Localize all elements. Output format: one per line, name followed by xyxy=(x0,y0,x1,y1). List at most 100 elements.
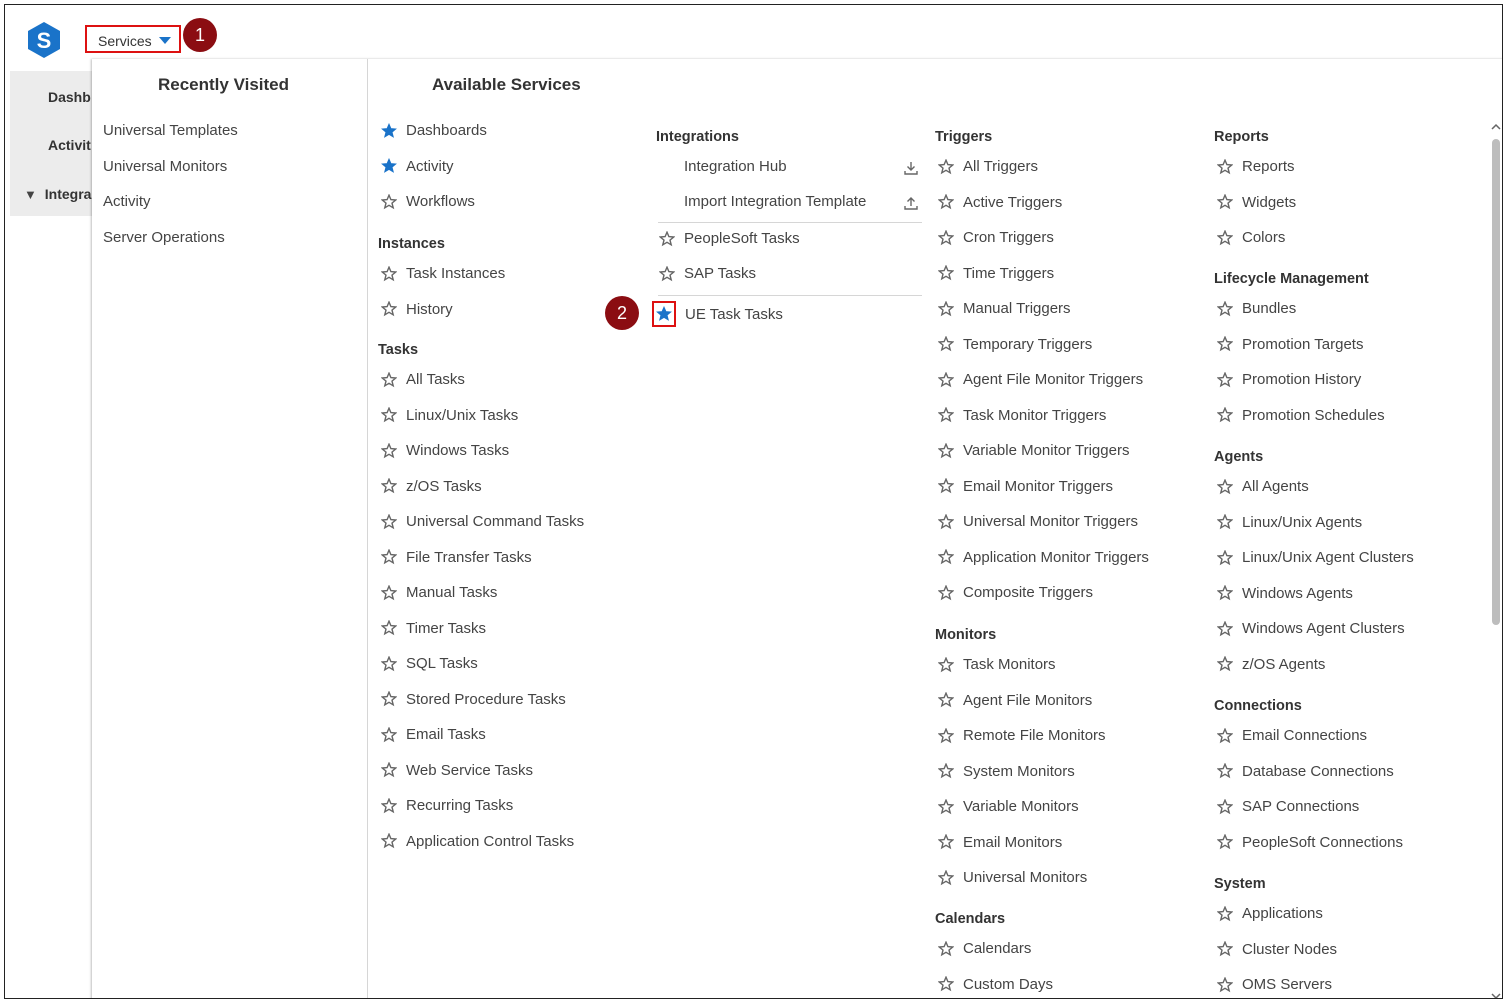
star-outline-icon[interactable] xyxy=(938,763,954,779)
star-outline-icon[interactable] xyxy=(938,727,954,744)
vertical-scrollbar[interactable] xyxy=(1490,117,1502,999)
service-item[interactable]: Widgets xyxy=(1217,194,1296,211)
service-item[interactable]: Web Service Tasks xyxy=(381,762,533,779)
star-outline-icon[interactable] xyxy=(381,833,397,849)
service-item[interactable]: Composite Triggers xyxy=(938,584,1093,601)
star-outline-icon[interactable] xyxy=(1217,194,1233,210)
service-item[interactable]: Recurring Tasks xyxy=(381,797,513,814)
service-item[interactable]: Reports xyxy=(1217,158,1295,175)
service-item[interactable]: Linux/Unix Tasks xyxy=(381,407,518,424)
star-outline-icon[interactable] xyxy=(938,158,954,175)
star-outline-icon[interactable] xyxy=(381,265,397,282)
star-outline-icon[interactable] xyxy=(938,336,954,352)
service-item[interactable]: Time Triggers xyxy=(938,265,1054,282)
star-outline-icon[interactable] xyxy=(381,407,397,423)
recent-item[interactable]: Universal Templates xyxy=(103,122,238,139)
star-outline-icon[interactable] xyxy=(1217,407,1233,423)
star-outline-icon[interactable] xyxy=(938,940,954,957)
service-item[interactable]: System Monitors xyxy=(938,763,1075,780)
recent-item[interactable]: Activity xyxy=(103,193,151,210)
service-item[interactable]: SQL Tasks xyxy=(381,655,478,672)
star-outline-icon[interactable] xyxy=(659,230,675,247)
service-item[interactable]: Universal Monitors xyxy=(938,869,1087,886)
star-outline-icon[interactable] xyxy=(938,656,954,673)
star-outline-icon[interactable] xyxy=(1217,656,1233,672)
service-item[interactable]: PeopleSoft Connections xyxy=(1217,834,1403,851)
star-outline-icon[interactable] xyxy=(381,301,397,317)
service-item[interactable]: Windows Agent Clusters xyxy=(1217,620,1405,637)
star-outline-icon[interactable] xyxy=(1217,549,1233,566)
star-outline-icon[interactable] xyxy=(1217,905,1233,922)
service-item[interactable]: Variable Monitor Triggers xyxy=(938,442,1129,459)
star-outline-icon[interactable] xyxy=(938,584,954,601)
recent-item[interactable]: Universal Monitors xyxy=(103,158,227,175)
service-item[interactable]: Universal Command Tasks xyxy=(381,513,584,530)
service-item[interactable]: Linux/Unix Agent Clusters xyxy=(1217,549,1414,566)
star-outline-icon[interactable] xyxy=(938,549,954,565)
service-item[interactable]: All Triggers xyxy=(938,158,1038,175)
service-item[interactable]: Active Triggers xyxy=(938,194,1062,211)
scrollbar-thumb[interactable] xyxy=(1492,139,1500,625)
star-outline-icon[interactable] xyxy=(1217,798,1233,815)
service-item[interactable]: Remote File Monitors xyxy=(938,727,1106,744)
service-item[interactable]: Database Connections xyxy=(1217,763,1394,780)
star-outline-icon[interactable] xyxy=(938,869,954,886)
service-item[interactable]: Bundles xyxy=(1217,300,1296,317)
service-item[interactable]: Promotion Schedules xyxy=(1217,407,1385,424)
service-item[interactable]: All Agents xyxy=(1217,478,1309,495)
star-outline-icon[interactable] xyxy=(1217,834,1233,850)
star-outline-icon[interactable] xyxy=(1217,300,1233,317)
service-item[interactable]: Variable Monitors xyxy=(938,798,1079,815)
service-item[interactable]: Cluster Nodes xyxy=(1217,941,1337,958)
nav-item-dashboards[interactable]: Dashb xyxy=(48,89,91,105)
service-item[interactable]: Dashboards xyxy=(381,122,487,139)
service-item[interactable]: PeopleSoft Tasks xyxy=(659,230,800,247)
star-outline-icon[interactable] xyxy=(381,513,397,530)
star-outline-icon[interactable] xyxy=(1217,478,1233,495)
star-outline-icon[interactable] xyxy=(1217,727,1233,744)
star-outline-icon[interactable] xyxy=(381,371,397,388)
star-outline-icon[interactable] xyxy=(938,265,954,281)
star-favorite-icon[interactable] xyxy=(381,158,397,174)
star-outline-icon[interactable] xyxy=(381,478,397,494)
star-outline-icon[interactable] xyxy=(938,976,954,992)
app-logo-icon[interactable]: S xyxy=(25,21,63,59)
star-outline-icon[interactable] xyxy=(381,726,397,743)
star-outline-icon[interactable] xyxy=(1217,585,1233,601)
import-integration-template-link[interactable]: Import Integration Template xyxy=(684,193,866,210)
service-item[interactable]: Linux/Unix Agents xyxy=(1217,514,1362,531)
service-item[interactable]: SAP Connections xyxy=(1217,798,1359,815)
scroll-down-icon[interactable] xyxy=(1490,990,1502,999)
service-item[interactable]: Email Monitors xyxy=(938,834,1062,851)
service-item[interactable]: Workflows xyxy=(381,193,475,210)
star-outline-icon[interactable] xyxy=(381,797,397,814)
star-outline-icon[interactable] xyxy=(938,692,954,708)
service-item[interactable]: Universal Monitor Triggers xyxy=(938,513,1138,530)
star-outline-icon[interactable] xyxy=(1217,336,1233,352)
star-favorite-icon[interactable] xyxy=(381,122,397,139)
star-favorite-icon[interactable] xyxy=(652,301,676,327)
service-item[interactable]: Activity xyxy=(381,158,454,175)
service-item[interactable]: Promotion History xyxy=(1217,371,1361,388)
nav-item-activity[interactable]: Activit xyxy=(48,137,91,153)
service-item[interactable]: OMS Servers xyxy=(1217,976,1332,993)
star-outline-icon[interactable] xyxy=(381,584,397,601)
service-item[interactable]: Email Connections xyxy=(1217,727,1367,744)
star-outline-icon[interactable] xyxy=(381,655,397,672)
service-item[interactable]: z/OS Agents xyxy=(1217,656,1325,673)
service-item[interactable]: Temporary Triggers xyxy=(938,336,1092,353)
service-item[interactable]: z/OS Tasks xyxy=(381,478,482,495)
integration-hub-link[interactable]: Integration Hub xyxy=(684,158,787,175)
star-outline-icon[interactable] xyxy=(659,265,675,282)
service-item[interactable]: Task Monitors xyxy=(938,656,1056,673)
service-item[interactable]: Timer Tasks xyxy=(381,620,486,637)
nav-item-integrations[interactable]: ▼ Integra xyxy=(24,186,91,202)
star-outline-icon[interactable] xyxy=(1217,158,1233,175)
service-item[interactable]: Application Monitor Triggers xyxy=(938,549,1149,566)
service-item[interactable]: Stored Procedure Tasks xyxy=(381,691,566,708)
star-outline-icon[interactable] xyxy=(1217,371,1233,388)
recent-item[interactable]: Server Operations xyxy=(103,229,225,246)
service-item[interactable]: History xyxy=(381,301,453,318)
star-outline-icon[interactable] xyxy=(1217,514,1233,530)
service-item[interactable]: Email Monitor Triggers xyxy=(938,478,1113,495)
